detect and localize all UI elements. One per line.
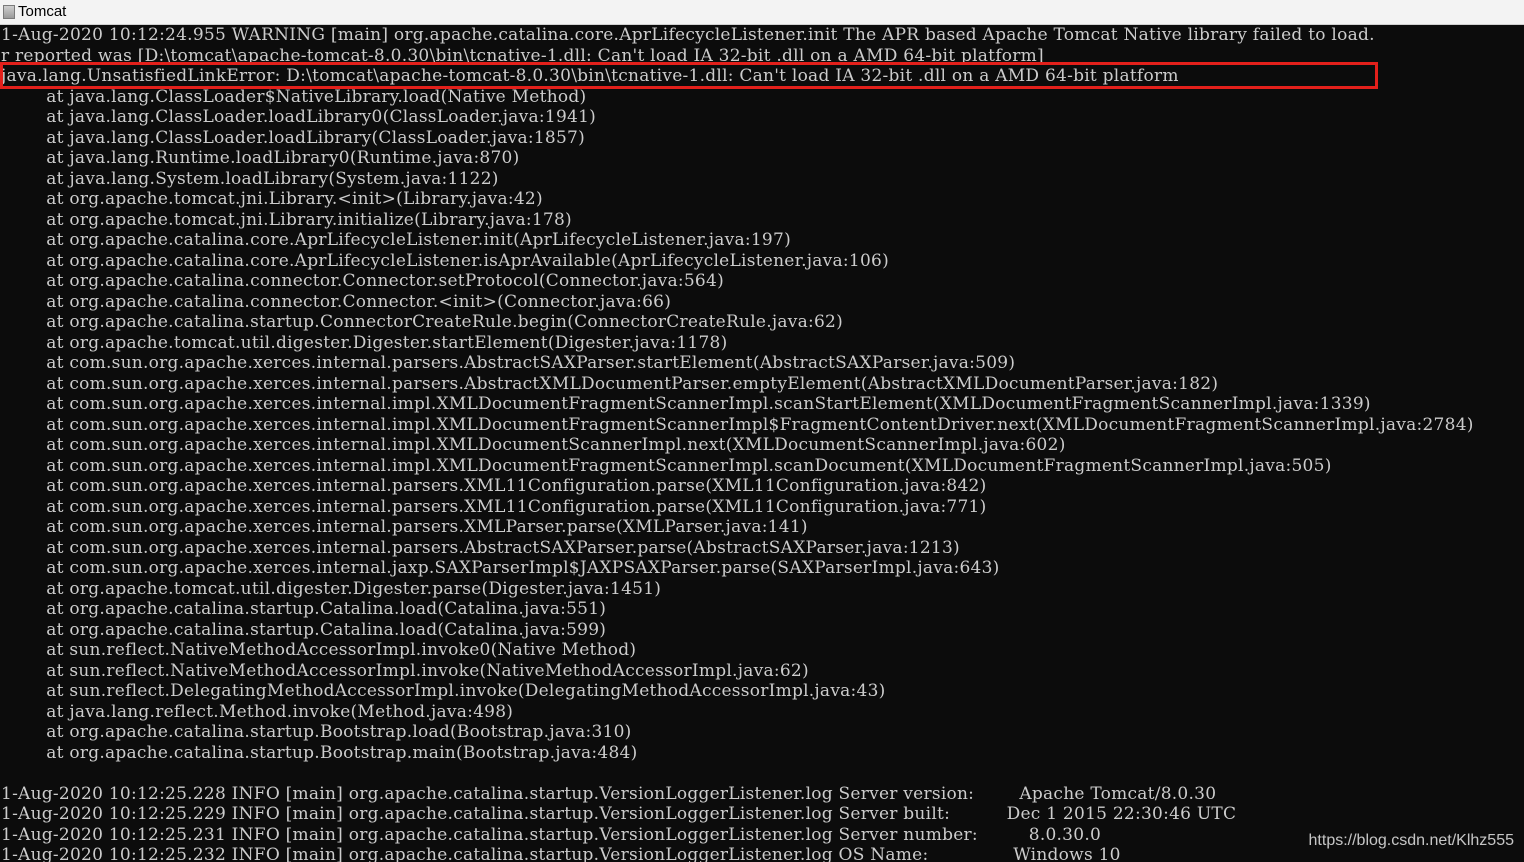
stack-trace-line: at org.apache.catalina.startup.Catalina.…	[1, 599, 607, 619]
stack-trace-line: at com.sun.org.apache.xerces.internal.im…	[1, 435, 1066, 455]
window-title: Tomcat	[18, 3, 67, 20]
console-output[interactable]: 1-Aug-2020 10:12:24.955 WARNING [main] o…	[0, 25, 1524, 862]
stack-trace-line: at org.apache.tomcat.util.digester.Diges…	[1, 578, 662, 599]
stack-trace-line: at java.lang.System.loadLibrary(System.j…	[1, 168, 499, 189]
stack-trace-line: at com.sun.org.apache.xerces.internal.pa…	[1, 373, 1219, 394]
stack-trace-line: at java.lang.ClassLoader$NativeLibrary.l…	[1, 86, 587, 107]
stack-trace-line: at java.lang.reflect.Method.invoke(Metho…	[1, 701, 514, 722]
error-highlight-box	[0, 62, 1378, 89]
stack-trace-line: at com.sun.org.apache.xerces.internal.pa…	[1, 353, 1016, 373]
stack-trace-line: at com.sun.org.apache.xerces.internal.ja…	[1, 558, 1000, 578]
java-cup-icon	[3, 5, 15, 19]
log-line: 1-Aug-2020 10:12:25.229 INFO [main] org.…	[1, 804, 1237, 824]
stack-trace-line: at sun.reflect.DelegatingMethodAccessorI…	[1, 681, 886, 701]
stack-trace-line: at com.sun.org.apache.xerces.internal.pa…	[1, 476, 987, 496]
stack-trace-line: at java.lang.ClassLoader.loadLibrary0(Cl…	[1, 107, 597, 127]
stack-trace-line: at com.sun.org.apache.xerces.internal.im…	[1, 394, 1371, 414]
stack-trace-line: at com.sun.org.apache.xerces.internal.pa…	[1, 517, 808, 537]
stack-trace-line: at org.apache.catalina.core.AprLifecycle…	[1, 250, 889, 271]
watermark: https://blog.csdn.net/Klhz555	[1308, 832, 1514, 849]
stack-trace-line: at com.sun.org.apache.xerces.internal.pa…	[1, 537, 960, 558]
stack-trace-line: at org.apache.catalina.connector.Connect…	[1, 291, 672, 312]
stack-trace-line: at java.lang.Runtime.loadLibrary0(Runtim…	[1, 148, 520, 168]
stack-trace-line: at org.apache.catalina.core.AprLifecycle…	[1, 230, 791, 250]
stack-trace-line: at org.apache.tomcat.util.digester.Diges…	[1, 332, 728, 353]
log-line: 1-Aug-2020 10:12:25.232 INFO [main] org.…	[1, 845, 1121, 862]
log-line: 1-Aug-2020 10:12:25.228 INFO [main] org.…	[1, 783, 1217, 804]
stack-trace-line: at org.apache.tomcat.jni.Library.initial…	[1, 209, 572, 230]
stack-trace-line: at sun.reflect.NativeMethodAccessorImpl.…	[1, 640, 637, 660]
tomcat-console-window: Tomcat 1-Aug-2020 10:12:24.955 WARNING […	[0, 0, 1524, 862]
stack-trace-line: at org.apache.catalina.startup.Bootstrap…	[1, 742, 638, 763]
log-line: 1-Aug-2020 10:12:25.231 INFO [main] org.…	[1, 824, 1102, 845]
log-line: 1-Aug-2020 10:12:24.955 WARNING [main] o…	[1, 25, 1375, 45]
stack-trace-line: at com.sun.org.apache.xerces.internal.pa…	[1, 496, 987, 517]
title-bar[interactable]: Tomcat	[0, 0, 1524, 25]
stack-trace-line: at org.apache.catalina.startup.Bootstrap…	[1, 722, 632, 742]
stack-trace-line: at org.apache.catalina.connector.Connect…	[1, 271, 724, 291]
stack-trace-line: at sun.reflect.NativeMethodAccessorImpl.…	[1, 660, 809, 681]
stack-trace-line: at org.apache.catalina.startup.Catalina.…	[1, 619, 607, 640]
stack-trace-line: at com.sun.org.apache.xerces.internal.im…	[1, 455, 1332, 476]
stack-trace-line: at org.apache.tomcat.jni.Library.<init>(…	[1, 189, 543, 209]
stack-trace-line: at org.apache.catalina.startup.Connector…	[1, 312, 844, 332]
stack-trace-line: at java.lang.ClassLoader.loadLibrary(Cla…	[1, 127, 585, 148]
stack-trace-line: at com.sun.org.apache.xerces.internal.im…	[1, 414, 1474, 435]
